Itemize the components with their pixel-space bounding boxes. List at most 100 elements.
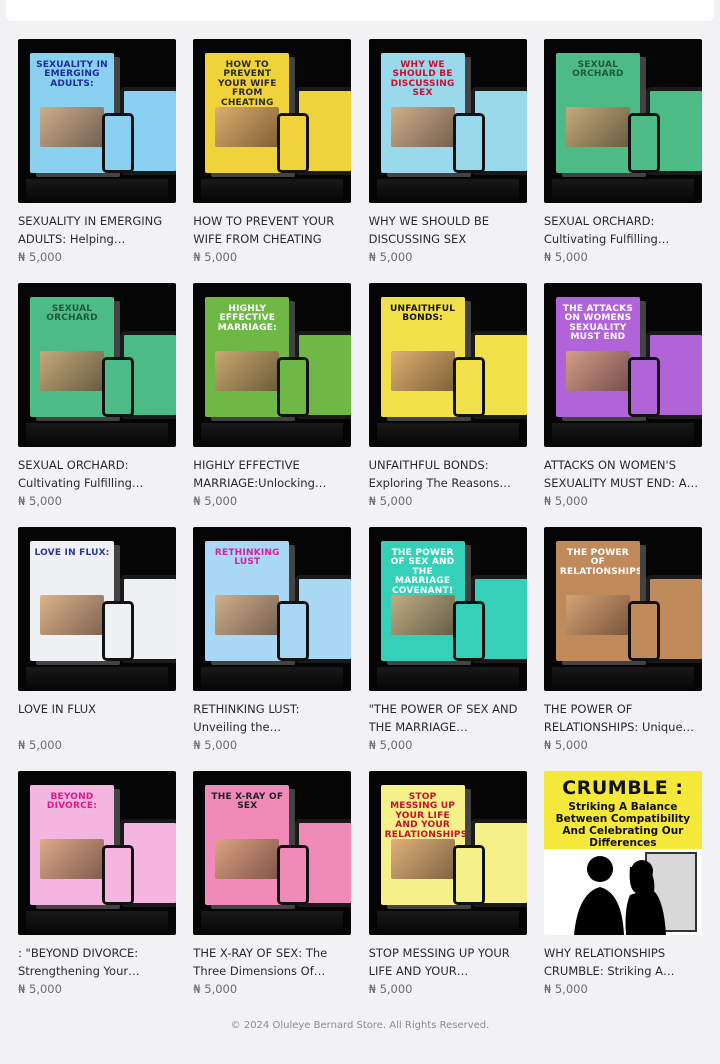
cover-photo bbox=[565, 595, 630, 635]
product-card[interactable]: HOW TO PREVENT YOUR WIFE FROM CHEATING HO… bbox=[193, 39, 352, 283]
product-price: ₦ 5,000 bbox=[543, 250, 588, 264]
phone-mockup bbox=[277, 845, 310, 905]
product-grid: SEXUALITY IN EMERGING ADULTS: SEXUALITY I… bbox=[18, 39, 702, 1015]
product-cover-image[interactable]: RETHINKING LUST bbox=[193, 527, 352, 691]
product-card[interactable]: LOVE IN FLUX: LOVE IN FLUX ₦ 5,000 bbox=[18, 527, 176, 771]
product-price: ₦ 5,000 bbox=[193, 982, 238, 996]
product-title[interactable]: THE X-RAY OF SEX: The Three Dimensions O… bbox=[193, 944, 351, 980]
product-price: ₦ 5,000 bbox=[368, 250, 413, 264]
reflection bbox=[551, 667, 694, 691]
cover-photo bbox=[40, 595, 104, 635]
product-cover-image[interactable]: HOW TO PREVENT YOUR WIFE FROM CHEATING bbox=[193, 39, 352, 203]
cover-photo bbox=[215, 839, 280, 879]
product-price: ₦ 5,000 bbox=[193, 250, 238, 264]
product-title[interactable]: WHY RELATIONSHIPS CRUMBLE: Striking A… bbox=[544, 944, 702, 980]
product-card[interactable]: THE POWER OF RELATIONSHIPS THE POWER OF R… bbox=[543, 527, 702, 771]
cover-photo bbox=[40, 839, 104, 879]
product-title[interactable]: LOVE IN FLUX bbox=[18, 700, 176, 736]
product-cover-image[interactable]: CRUMBLE : Striking A Balance Between Comp… bbox=[543, 771, 702, 935]
product-cover-image[interactable]: UNFAITHFUL BONDS: bbox=[368, 283, 527, 447]
product-title[interactable]: HIGHLY EFFECTIVE MARRIAGE:Unlocking The… bbox=[193, 456, 351, 492]
cover-subtitle: Striking A Balance Between Compatibility… bbox=[555, 801, 691, 850]
reflection bbox=[376, 423, 519, 447]
product-card[interactable]: THE ATTACKS ON WOMENS SEXUALITY MUST END… bbox=[543, 283, 702, 527]
product-cover-image[interactable]: SEXUAL ORCHARD bbox=[18, 283, 176, 447]
product-card[interactable]: THE POWER OF SEX AND THE MARRIAGE COVENA… bbox=[368, 527, 527, 771]
top-bar bbox=[6, 0, 714, 21]
product-card[interactable]: SEXUAL ORCHARD SEXUAL ORCHARD: Cultivatin… bbox=[18, 283, 176, 527]
reflection bbox=[26, 667, 168, 691]
cover-photo bbox=[215, 351, 280, 391]
cover-photo bbox=[565, 107, 630, 147]
cover-title: BEYOND DIVORCE: bbox=[46, 792, 98, 812]
cover-photo bbox=[390, 595, 455, 635]
cover-title: UNFAITHFUL BONDS: bbox=[390, 304, 456, 324]
footer-copyright: © 2024 Oluleye Bernard Store. All Rights… bbox=[230, 1020, 490, 1031]
reflection bbox=[551, 423, 694, 447]
product-cover-image[interactable]: SEXUAL ORCHARD bbox=[543, 39, 702, 203]
product-cover-image[interactable]: LOVE IN FLUX: bbox=[18, 527, 176, 691]
product-title[interactable]: : "BEYOND DIVORCE: Strengthening Your… bbox=[18, 944, 176, 980]
reflection bbox=[376, 179, 519, 203]
product-price: ₦ 5,000 bbox=[18, 250, 62, 264]
product-card[interactable]: SEXUALITY IN EMERGING ADULTS: SEXUALITY I… bbox=[18, 39, 176, 283]
product-price: ₦ 5,000 bbox=[18, 494, 62, 508]
phone-mockup bbox=[627, 113, 660, 173]
product-title[interactable]: HOW TO PREVENT YOUR WIFE FROM CHEATING bbox=[193, 212, 351, 248]
product-card[interactable]: SEXUAL ORCHARD SEXUAL ORCHARD: Cultivatin… bbox=[543, 39, 702, 283]
cover-title: LOVE IN FLUX: bbox=[34, 548, 110, 558]
cover-title: THE X-RAY OF SEX bbox=[211, 792, 284, 812]
phone-mockup bbox=[627, 357, 660, 417]
phone-mockup bbox=[452, 357, 485, 417]
book-mockup: THE POWER OF SEX AND THE MARRIAGE COVENA… bbox=[380, 541, 465, 661]
product-title[interactable]: STOP MESSING UP YOUR LIFE AND YOUR… bbox=[369, 944, 527, 980]
product-cover-image[interactable]: STOP MESSING UP YOUR LIFE AND YOUR RELAT… bbox=[368, 771, 527, 935]
product-price: ₦ 5,000 bbox=[18, 738, 62, 752]
product-card[interactable]: BEYOND DIVORCE:: "BEYOND DIVORCE: Streng… bbox=[18, 771, 176, 1015]
cover-title: STOP MESSING UP YOUR LIFE AND YOUR RELAT… bbox=[384, 792, 465, 840]
cover-photo bbox=[565, 351, 630, 391]
product-cover-image[interactable]: THE POWER OF SEX AND THE MARRIAGE COVENA… bbox=[368, 527, 527, 691]
product-price: ₦ 5,000 bbox=[368, 494, 413, 508]
product-card[interactable]: WHY WE SHOULD BE DISCUSSING SEX WHY WE SH… bbox=[368, 39, 527, 283]
product-title[interactable]: SEXUAL ORCHARD: Cultivating Fulfilling… bbox=[544, 212, 702, 248]
phone-mockup bbox=[627, 601, 660, 661]
product-card[interactable]: THE X-RAY OF SEX THE X-RAY OF SEX: The Th… bbox=[193, 771, 352, 1015]
product-card[interactable]: STOP MESSING UP YOUR LIFE AND YOUR RELAT… bbox=[368, 771, 527, 1015]
product-card[interactable]: HIGHLY EFFECTIVE MARRIAGE: HIGHLY EFFECTI… bbox=[193, 283, 352, 527]
reflection bbox=[26, 911, 168, 935]
cover-photo bbox=[40, 107, 104, 147]
product-card[interactable]: UNFAITHFUL BONDS: UNFAITHFUL BONDS: Explo… bbox=[368, 283, 527, 527]
product-cover-image[interactable]: SEXUALITY IN EMERGING ADULTS: bbox=[18, 39, 176, 203]
reflection bbox=[376, 911, 519, 935]
cover-photo bbox=[390, 839, 455, 879]
product-cover-image[interactable]: WHY WE SHOULD BE DISCUSSING SEX bbox=[368, 39, 527, 203]
product-title[interactable]: THE POWER OF RELATIONSHIPS: Unique Bu… bbox=[544, 700, 702, 736]
product-card[interactable]: CRUMBLE : Striking A Balance Between Comp… bbox=[543, 771, 702, 1015]
phone-mockup bbox=[277, 601, 310, 661]
phone-mockup bbox=[102, 113, 134, 173]
product-title[interactable]: WHY WE SHOULD BE DISCUSSING SEX bbox=[369, 212, 527, 248]
product-price: ₦ 5,000 bbox=[543, 738, 588, 752]
cover-photo bbox=[390, 351, 455, 391]
product-cover-image[interactable]: BEYOND DIVORCE: bbox=[18, 771, 176, 935]
product-title[interactable]: UNFAITHFUL BONDS: Exploring The Reasons … bbox=[369, 456, 527, 492]
product-cover-image[interactable]: THE POWER OF RELATIONSHIPS bbox=[543, 527, 702, 691]
product-title[interactable]: ATTACKS ON WOMEN'S SEXUALITY MUST END: A… bbox=[544, 456, 702, 492]
product-title[interactable]: RETHINKING LUST: Unveiling the Consequen… bbox=[193, 700, 351, 736]
reflection bbox=[201, 423, 344, 447]
product-cover-image[interactable]: HIGHLY EFFECTIVE MARRIAGE: bbox=[193, 283, 352, 447]
product-title[interactable]: SEXUALITY IN EMERGING ADULTS: Helping Em… bbox=[18, 212, 176, 248]
phone-mockup bbox=[102, 357, 134, 417]
cover-title: HOW TO PREVENT YOUR WIFE FROM CHEATING bbox=[218, 60, 277, 108]
product-title[interactable]: "THE POWER OF SEX AND THE MARRIAGE COVEN… bbox=[369, 700, 527, 736]
product-cover-image[interactable]: THE ATTACKS ON WOMENS SEXUALITY MUST END bbox=[543, 283, 702, 447]
phone-mockup bbox=[277, 113, 310, 173]
product-cover-image[interactable]: THE X-RAY OF SEX bbox=[193, 771, 352, 935]
product-price: ₦ 5,000 bbox=[368, 738, 413, 752]
product-card[interactable]: RETHINKING LUST RETHINKING LUST: Unveilin… bbox=[193, 527, 352, 771]
product-title[interactable]: SEXUAL ORCHARD: Cultivating Fulfilling… bbox=[18, 456, 176, 492]
reflection bbox=[201, 911, 344, 935]
product-price: ₦ 5,000 bbox=[193, 738, 238, 752]
reflection bbox=[26, 423, 168, 447]
